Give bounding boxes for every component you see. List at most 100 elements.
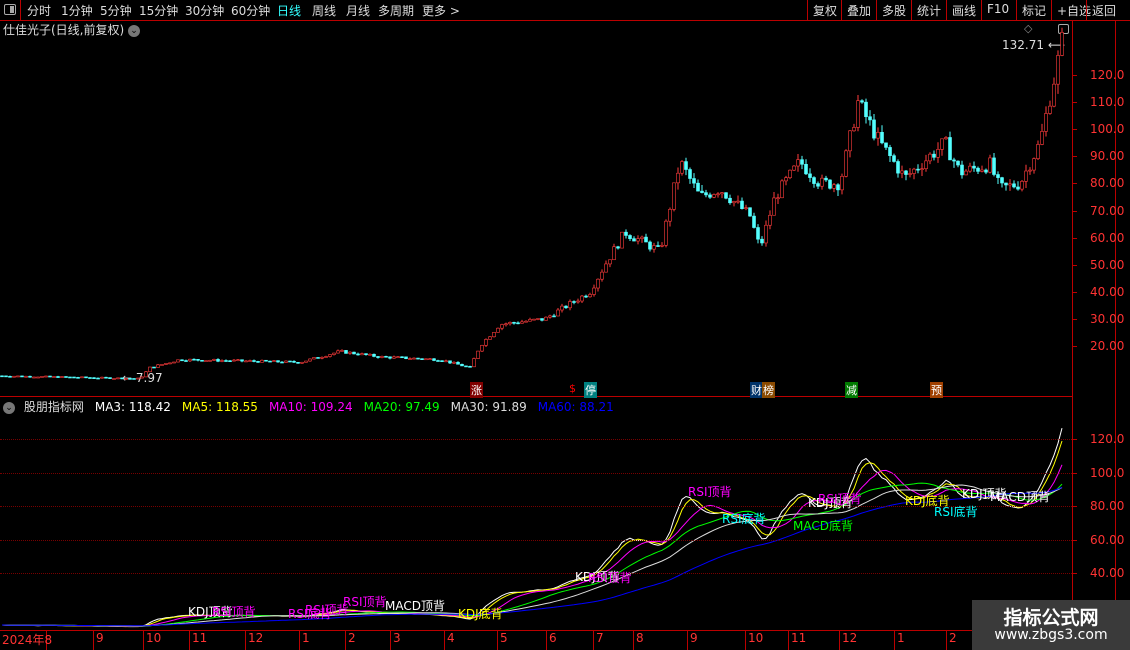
candle [1024, 170, 1028, 182]
event-marker[interactable]: 减 [845, 382, 858, 398]
candle [816, 183, 820, 187]
ma-value-3: MA20: 97.49 [363, 400, 440, 414]
candle [612, 246, 616, 261]
indicator-name[interactable]: 股朋指标网 [24, 400, 84, 414]
event-marker[interactable]: 预 [930, 382, 943, 398]
candle [392, 356, 396, 359]
toolbar-button-8[interactable]: 返回 [1086, 0, 1121, 20]
candle [24, 375, 28, 378]
watermark-url: www.zbgs3.com [994, 627, 1108, 643]
candle [712, 194, 716, 198]
candle [276, 360, 280, 363]
candle [100, 376, 104, 379]
candle [996, 174, 1000, 178]
price-tick-label: 110.0 [1090, 95, 1125, 110]
candle [948, 137, 952, 161]
candle [552, 315, 556, 318]
candle [4, 375, 8, 378]
chevron-down-icon[interactable]: ⌄ [3, 401, 15, 414]
candle [564, 305, 568, 309]
indicator-tick [1072, 539, 1077, 541]
candle [572, 301, 576, 303]
candle [824, 177, 828, 181]
divergence-label: RSI顶背 [588, 571, 632, 585]
candle [408, 358, 412, 360]
candle [568, 301, 572, 309]
price-tick [1072, 318, 1077, 320]
candle [444, 360, 448, 363]
candle [772, 197, 776, 216]
candle [812, 177, 816, 184]
candle [524, 320, 528, 323]
candle [852, 127, 856, 132]
candle [72, 376, 76, 379]
month-gridline [299, 630, 300, 650]
candle [604, 263, 608, 273]
indicator-header: ⌄ 股朋指标网 MA3: 118.42 MA5: 118.55 MA10: 109.2… [3, 398, 624, 415]
candle [532, 318, 536, 321]
candle [960, 164, 964, 176]
price-tick [1072, 346, 1077, 347]
price-tick-label: 100.0 [1090, 122, 1125, 137]
candle [1000, 177, 1004, 184]
candle [800, 159, 804, 165]
candle [1032, 158, 1036, 171]
candle [752, 215, 756, 228]
candle [728, 197, 732, 204]
candle [488, 336, 492, 340]
candle [380, 355, 384, 358]
month-label: 9 [690, 631, 698, 645]
ma-line-20 [1, 482, 1063, 627]
event-marker[interactable]: 停 [584, 382, 597, 398]
candle [436, 360, 440, 362]
candle [676, 172, 680, 184]
event-marker[interactable]: 榜 [762, 382, 775, 398]
indicator-tick-label: 120.0 [1090, 432, 1125, 446]
candle [268, 360, 272, 363]
panel-separator [0, 396, 1072, 397]
candle [944, 137, 948, 140]
candle [520, 321, 524, 324]
candle [236, 359, 240, 362]
indicator-tick-label: 100.0 [1090, 465, 1125, 480]
candle [340, 350, 344, 352]
candle [872, 119, 876, 139]
price-tick [1072, 129, 1077, 131]
candle [804, 163, 808, 175]
event-marker[interactable]: 涨 [470, 382, 483, 398]
month-label: 7 [596, 631, 604, 645]
candle [56, 376, 60, 378]
event-marker[interactable]: $ [568, 382, 577, 395]
candle [420, 358, 424, 360]
candle [876, 132, 880, 139]
candle [1004, 182, 1008, 186]
candle [744, 207, 748, 209]
month-gridline [788, 630, 789, 650]
month-label: 1 [897, 631, 905, 645]
month-gridline [687, 630, 688, 650]
ma-line-5 [1, 440, 1063, 628]
candle [136, 377, 140, 380]
candle [140, 376, 144, 379]
month-gridline [444, 630, 445, 650]
candlestick-chart[interactable] [0, 0, 1072, 650]
price-tick [1072, 183, 1077, 185]
candle [424, 358, 428, 361]
candle [864, 101, 868, 118]
candle [304, 360, 308, 363]
ma-value-1: MA5: 118.55 [181, 400, 258, 414]
candle [548, 315, 552, 318]
candle [936, 149, 940, 158]
month-label: 4 [447, 631, 455, 645]
candle [588, 294, 592, 298]
candle [652, 245, 656, 250]
candle [368, 353, 372, 356]
candle [60, 376, 64, 378]
candle [348, 351, 352, 354]
grid-line [0, 472, 1072, 474]
candle [972, 165, 976, 169]
candle [476, 350, 480, 359]
candle [480, 345, 484, 352]
candle [48, 375, 52, 378]
candle [468, 366, 472, 368]
